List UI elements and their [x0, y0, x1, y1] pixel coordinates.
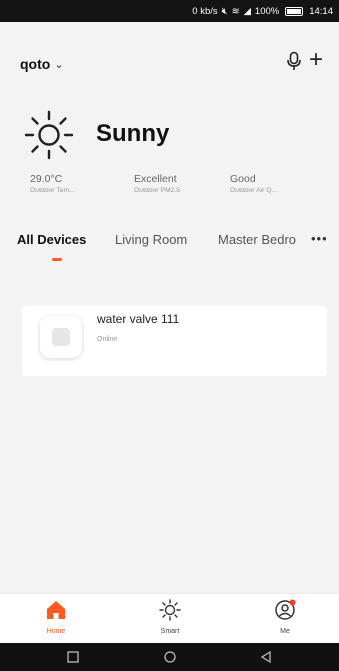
metric-label: Outdoor PM2.5: [134, 187, 181, 194]
battery-icon: [285, 6, 304, 16]
home-name: qoto: [20, 56, 51, 72]
network-speed: 0 kb/s: [192, 5, 218, 17]
tab-all-devices[interactable]: All Devices: [17, 232, 86, 247]
device-name: water valve 111: [97, 312, 180, 326]
home-button-icon[interactable]: [162, 649, 178, 665]
water-valve-icon: [40, 316, 82, 358]
tab-home[interactable]: Home: [26, 598, 86, 635]
home-selector[interactable]: qoto ⌄: [20, 56, 64, 72]
mute-icon: 🔇︎: [221, 5, 228, 17]
wifi-icon: ≋: [231, 5, 240, 17]
active-tab-indicator: [52, 258, 62, 261]
device-card[interactable]: water valve 111 Online: [22, 306, 327, 376]
outdoor-temperature: 29.0°C Outdoor Tem...: [30, 173, 120, 194]
sun-icon: [24, 110, 74, 160]
back-button-icon[interactable]: [258, 649, 274, 665]
notification-dot: [289, 599, 296, 606]
device-status: Online: [97, 336, 118, 343]
metric-label: Outdoor Tem...: [30, 187, 75, 194]
metric-value: 29.0°C: [30, 173, 63, 185]
clock: 14:14: [309, 5, 333, 17]
microphone-icon[interactable]: [285, 51, 303, 71]
room-tabs: All Devices Living Room Master Bedro •••: [0, 231, 339, 262]
tab-home-label: Home: [46, 628, 66, 635]
recents-button-icon[interactable]: [65, 649, 81, 665]
home-icon: [47, 601, 65, 619]
bottom-tab-bar: Home Smart Me: [0, 593, 339, 644]
weather-panel: Sunny 29.0°C Outdoor Tem... Excellent Ou…: [0, 100, 339, 200]
outdoor-air-quality: Good Outdoor Air Q...: [230, 173, 320, 194]
tab-master-bedroom[interactable]: Master Bedro: [218, 232, 310, 247]
status-bar: 0 kb/s 🔇︎ ≋ ◢ 100% 14:14: [0, 0, 339, 22]
system-nav-bar: [0, 643, 339, 671]
chevron-down-icon: ⌄: [54, 58, 64, 71]
signal-icon: ◢: [243, 5, 251, 17]
add-device-button[interactable]: +: [305, 48, 327, 72]
tab-smart[interactable]: Smart: [140, 598, 200, 635]
more-tabs-icon[interactable]: •••: [311, 231, 328, 246]
tab-smart-label: Smart: [160, 628, 180, 635]
metric-value: Excellent: [134, 173, 177, 185]
battery-percent: 100%: [254, 5, 280, 17]
metric-value: Good: [230, 173, 256, 185]
metric-label: Outdoor Air Q...: [230, 187, 278, 194]
profile-icon: [275, 599, 296, 620]
weather-condition: Sunny: [96, 120, 170, 147]
tab-living-room[interactable]: Living Room: [115, 232, 187, 247]
tab-me[interactable]: Me: [255, 598, 315, 635]
home-header: qoto ⌄ +: [0, 40, 339, 74]
tab-me-label: Me: [280, 628, 290, 635]
outdoor-pm25: Excellent Outdoor PM2.5: [134, 173, 224, 194]
smart-sun-icon: [159, 599, 181, 621]
